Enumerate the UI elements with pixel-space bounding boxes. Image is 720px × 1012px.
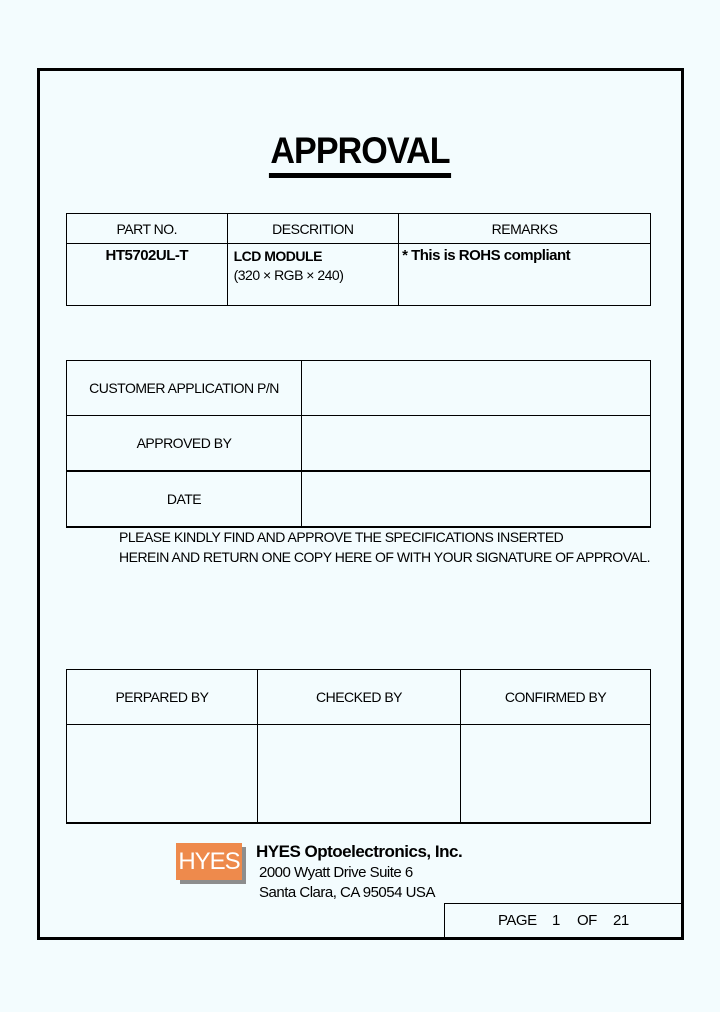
header-description: DESCRITION bbox=[226, 213, 400, 244]
company-logo: HYES bbox=[176, 843, 242, 880]
approval-row: DATE bbox=[66, 470, 651, 528]
description-cell: LCD MODULE (320 × RGB × 240) bbox=[226, 243, 400, 306]
address-line2: Santa Clara, CA 95054 USA bbox=[259, 884, 435, 901]
date-field[interactable] bbox=[301, 470, 651, 528]
customer-pn-field[interactable] bbox=[301, 360, 651, 416]
header-checked-by: CHECKED BY bbox=[257, 669, 461, 725]
address-line1: 2000 Wyatt Drive Suite 6 bbox=[259, 864, 413, 881]
date-label: DATE bbox=[66, 470, 302, 528]
approval-row: CUSTOMER APPLICATION P/N bbox=[66, 360, 651, 416]
header-remarks: REMARKS bbox=[398, 213, 651, 244]
page-of-label: OF bbox=[577, 912, 597, 929]
signature-table: PERPARED BY CHECKED BY CONFIRMED BY bbox=[66, 669, 651, 824]
approval-table: CUSTOMER APPLICATION P/N APPROVED BY DAT… bbox=[66, 360, 651, 528]
part-table-row: HT5702UL-T LCD MODULE (320 × RGB × 240) … bbox=[66, 243, 651, 306]
page-indicator: PAGE 1 OF 21 bbox=[444, 903, 681, 937]
signature-header: PERPARED BY CHECKED BY CONFIRMED BY bbox=[66, 669, 651, 725]
prepared-by-field[interactable] bbox=[66, 724, 258, 824]
page-total: 21 bbox=[613, 912, 629, 929]
approval-row: APPROVED BY bbox=[66, 415, 651, 472]
part-number: HT5702UL-T bbox=[66, 243, 228, 306]
confirmed-by-field[interactable] bbox=[460, 724, 651, 824]
part-table-header: PART NO. DESCRITION REMARKS bbox=[66, 213, 651, 244]
company-name: HYES Optoelectronics, Inc. bbox=[256, 842, 463, 861]
checked-by-field[interactable] bbox=[257, 724, 461, 824]
description-line2: (320 × RGB × 240) bbox=[233, 267, 344, 283]
signature-row bbox=[66, 724, 651, 824]
part-table: PART NO. DESCRITION REMARKS HT5702UL-T L… bbox=[66, 213, 651, 306]
approval-note: PLEASE KINDLY FIND AND APPROVE THE SPECI… bbox=[119, 527, 651, 567]
remarks: * This is ROHS compliant bbox=[398, 243, 651, 306]
header-confirmed-by: CONFIRMED BY bbox=[460, 669, 651, 725]
page-label: PAGE bbox=[498, 912, 537, 929]
header-part-no: PART NO. bbox=[66, 213, 228, 244]
approved-by-field[interactable] bbox=[301, 415, 651, 472]
customer-pn-label: CUSTOMER APPLICATION P/N bbox=[66, 360, 302, 416]
document-title: APPROVAL bbox=[29, 130, 691, 178]
page-current: 1 bbox=[552, 912, 560, 929]
approved-by-label: APPROVED BY bbox=[66, 415, 302, 472]
note-line2: HEREIN AND RETURN ONE COPY HERE OF WITH … bbox=[119, 549, 651, 565]
note-line1: PLEASE KINDLY FIND AND APPROVE THE SPECI… bbox=[119, 529, 564, 545]
header-prepared-by: PERPARED BY bbox=[66, 669, 258, 725]
description-line1: LCD MODULE bbox=[233, 248, 323, 264]
